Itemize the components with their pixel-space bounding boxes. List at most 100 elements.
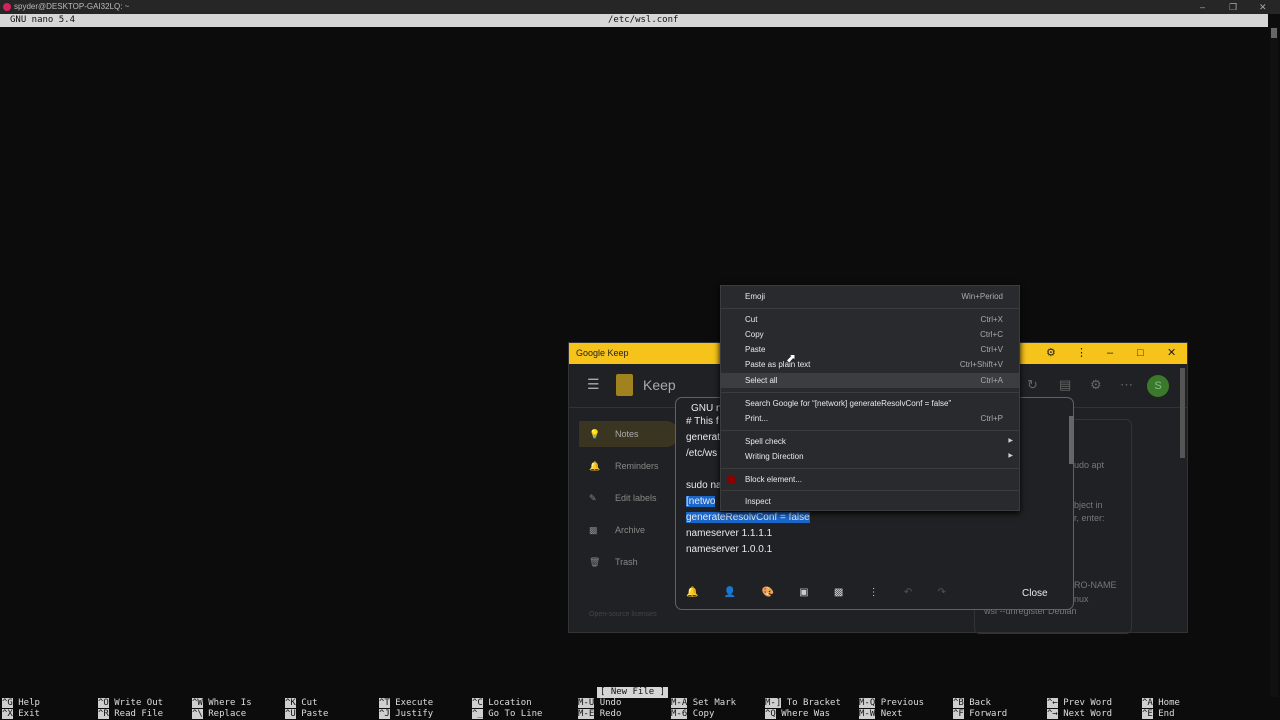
- open-source-licenses-link[interactable]: Open-source licenses: [589, 611, 657, 618]
- terminal-scrollbar[interactable]: [1270, 27, 1278, 697]
- shortcut-key: ^T: [379, 698, 390, 708]
- shortcut-item[interactable]: ^W Where Is: [192, 698, 252, 709]
- shortcut-item[interactable]: ^C Location: [472, 698, 532, 709]
- settings-icon[interactable]: ⚙: [1090, 377, 1102, 393]
- shortcut-label: Back: [969, 698, 991, 708]
- remind-icon[interactable]: 🔔: [686, 587, 698, 598]
- scrollbar-thumb[interactable]: [1271, 28, 1277, 38]
- sidebar-item-edit-labels[interactable]: ✎ Edit labels: [579, 485, 679, 511]
- more-icon[interactable]: ⋮: [869, 587, 879, 598]
- sidebar-icon: 💡: [589, 429, 601, 439]
- app-name: Keep: [643, 377, 676, 393]
- menu-item-select-all[interactable]: Select all Ctrl+A: [721, 373, 1019, 388]
- menu-item-shortcut: Ctrl+X: [980, 315, 1003, 324]
- shortcut-item[interactable]: ^_ Go To Line: [472, 709, 542, 720]
- shortcut-key: ^R: [98, 709, 109, 719]
- menu-item-shortcut: Ctrl+C: [980, 330, 1003, 339]
- shortcut-item[interactable]: ^Q Where Was: [765, 709, 830, 720]
- refresh-icon[interactable]: ↻: [1027, 377, 1038, 393]
- shortcut-item[interactable]: M-Q Previous: [859, 698, 924, 709]
- submenu-arrow-icon: ▶: [1008, 438, 1013, 444]
- shortcut-item[interactable]: ^K Cut: [285, 698, 318, 709]
- menu-item-writing-direction[interactable]: Writing Direction ▶: [721, 449, 1019, 464]
- shortcut-item[interactable]: ^\ Replace: [192, 709, 246, 720]
- minimize-icon[interactable]: –: [1107, 343, 1113, 364]
- shortcut-item[interactable]: M-] To Bracket: [765, 698, 841, 709]
- menu-item-emoji[interactable]: Emoji Win+Period: [721, 289, 1019, 304]
- menu-item-spell-check[interactable]: Spell check ▶: [721, 434, 1019, 449]
- sidebar-item-notes[interactable]: 💡 Notes: [579, 421, 679, 447]
- shortcut-item[interactable]: M-6 Copy: [671, 709, 714, 720]
- shortcut-item[interactable]: ^E End: [1142, 709, 1175, 720]
- more-vert-icon[interactable]: ⋮: [1076, 343, 1087, 364]
- shortcut-item[interactable]: M-W Next: [859, 709, 902, 720]
- note-title: GNU n: [691, 403, 722, 414]
- menu-item-copy[interactable]: Copy Ctrl+C: [721, 327, 1019, 342]
- redo-icon[interactable]: ↷: [938, 587, 946, 598]
- background-note-line: nux: [1074, 594, 1089, 604]
- shortcut-item[interactable]: ^G Help: [2, 698, 40, 709]
- sidebar-item-archive[interactable]: ▩ Archive: [579, 517, 679, 543]
- menu-item-cut[interactable]: Cut Ctrl+X: [721, 312, 1019, 327]
- menu-item-inspect[interactable]: Inspect: [721, 494, 1019, 509]
- shortcut-key: M-E: [578, 709, 595, 719]
- archive-icon[interactable]: ▩: [834, 587, 843, 598]
- collaborator-icon[interactable]: 👤: [724, 587, 736, 598]
- close-icon[interactable]: ✕: [1167, 343, 1176, 364]
- note-line: sudo na: [686, 480, 722, 491]
- menu-item-print[interactable]: Print... Ctrl+P: [721, 411, 1019, 426]
- shortcut-key: ^←: [1047, 698, 1058, 708]
- undo-icon[interactable]: ↶: [904, 587, 912, 598]
- minimize-icon[interactable]: –: [1200, 0, 1205, 14]
- avatar[interactable]: S: [1147, 375, 1169, 397]
- list-view-icon[interactable]: ▤: [1059, 377, 1071, 393]
- keep-window-title: Google Keep: [576, 348, 629, 358]
- image-icon[interactable]: ▣: [799, 587, 808, 598]
- shortcut-item[interactable]: ^A Home: [1142, 698, 1180, 709]
- shortcut-item[interactable]: ^B Back: [953, 698, 991, 709]
- menu-item-paste-as-plain-text[interactable]: Paste as plain text Ctrl+Shift+V: [721, 357, 1019, 372]
- shortcut-item[interactable]: M-U Undo: [578, 698, 621, 709]
- shortcut-item[interactable]: ^O Write Out: [98, 698, 163, 709]
- shortcut-item[interactable]: ^← Prev Word: [1047, 698, 1112, 709]
- restore-icon[interactable]: ❐: [1229, 0, 1237, 14]
- menu-item-label: Writing Direction: [745, 452, 804, 461]
- shortcut-item[interactable]: ^F Forward: [953, 709, 1007, 720]
- shortcut-key: ^→: [1047, 709, 1058, 719]
- palette-icon[interactable]: 🎨: [761, 587, 773, 598]
- apps-icon[interactable]: ⋯: [1120, 377, 1133, 393]
- background-note-line: bject in: [1074, 500, 1103, 510]
- shortcut-item[interactable]: M-A Set Mark: [671, 698, 736, 709]
- shortcut-item[interactable]: ^U Paste: [285, 709, 328, 720]
- menu-item-block-element[interactable]: Block element...: [721, 472, 1019, 487]
- close-icon[interactable]: ✕: [1259, 0, 1267, 14]
- terminal-titlebar: spyder@DESKTOP-GAI32LQ: ~: [0, 0, 1280, 14]
- shortcut-label: Prev Word: [1063, 698, 1113, 708]
- menu-separator: [721, 392, 1019, 393]
- note-scrollbar[interactable]: [1069, 416, 1074, 464]
- shortcut-label: Redo: [599, 709, 622, 719]
- keep-scrollbar[interactable]: [1180, 368, 1185, 458]
- shortcut-item[interactable]: ^X Exit: [2, 709, 40, 720]
- shortcut-label: Set Mark: [692, 698, 737, 708]
- shortcut-key: ^_: [472, 709, 483, 719]
- shortcut-label: Next Word: [1063, 709, 1113, 719]
- menu-item-paste[interactable]: Paste Ctrl+V: [721, 342, 1019, 357]
- shortcut-key: ^J: [379, 709, 390, 719]
- menu-item-search-google-for-networ[interactable]: Search Google for “[network] generateRes…: [721, 396, 1019, 411]
- shortcut-key: M-Q: [859, 698, 876, 708]
- nano-header: GNU nano 5.4 /etc/wsl.conf: [0, 14, 1268, 27]
- menu-icon[interactable]: ☰: [587, 376, 600, 393]
- sidebar-item-trash[interactable]: 🗑 Trash: [579, 549, 679, 575]
- extensions-icon[interactable]: ⚙: [1046, 343, 1056, 364]
- maximize-icon[interactable]: □: [1137, 343, 1144, 364]
- submenu-arrow-icon: ▶: [1008, 453, 1013, 459]
- sidebar-icon: 🗑: [589, 557, 601, 567]
- close-button[interactable]: Close: [1022, 588, 1048, 599]
- shortcut-item[interactable]: M-E Redo: [578, 709, 621, 720]
- shortcut-item[interactable]: ^J Justify: [379, 709, 433, 720]
- shortcut-item[interactable]: ^T Execute: [379, 698, 433, 709]
- shortcut-item[interactable]: ^R Read File: [98, 709, 163, 720]
- sidebar-item-reminders[interactable]: 🔔 Reminders: [579, 453, 679, 479]
- shortcut-item[interactable]: ^→ Next Word: [1047, 709, 1112, 720]
